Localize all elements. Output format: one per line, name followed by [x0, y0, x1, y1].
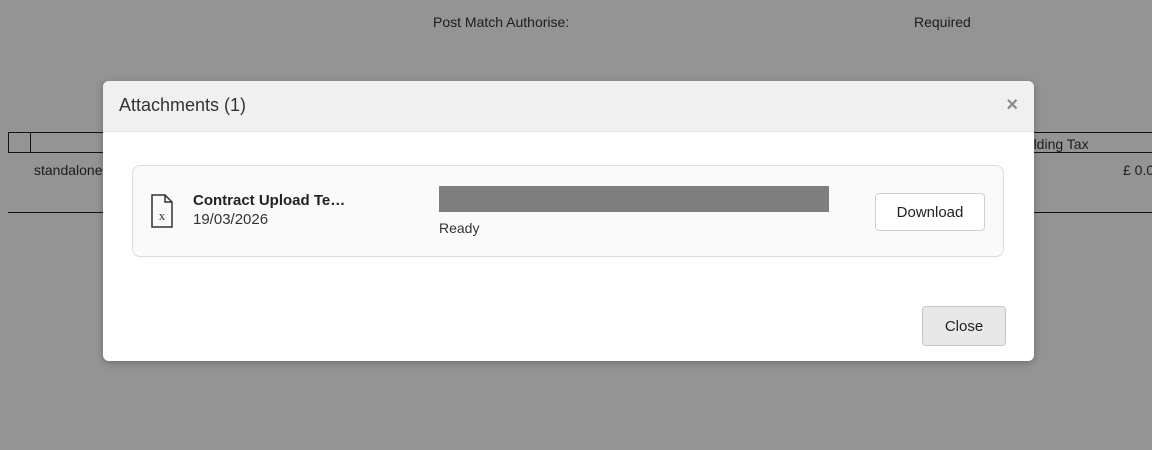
svg-text:x: x — [159, 208, 166, 223]
upload-status: Ready — [439, 220, 480, 236]
attachment-item: x Contract Upload Te… 19/03/2026 Ready D… — [132, 165, 1004, 257]
attachment-file-name: Contract Upload Te… — [193, 192, 346, 209]
close-button[interactable]: Close — [922, 306, 1006, 346]
modal-header: Attachments (1) × — [103, 81, 1034, 132]
close-icon[interactable]: × — [1006, 95, 1018, 115]
attachment-date: 19/03/2026 — [193, 211, 269, 228]
upload-progress-fill — [439, 186, 829, 212]
download-button[interactable]: Download — [875, 193, 985, 231]
attachments-modal: Attachments (1) × x Contract Upload Te… … — [103, 81, 1034, 361]
excel-file-icon: x — [151, 194, 173, 228]
upload-progress-bar — [439, 186, 829, 212]
modal-title: Attachments (1) — [119, 95, 247, 115]
